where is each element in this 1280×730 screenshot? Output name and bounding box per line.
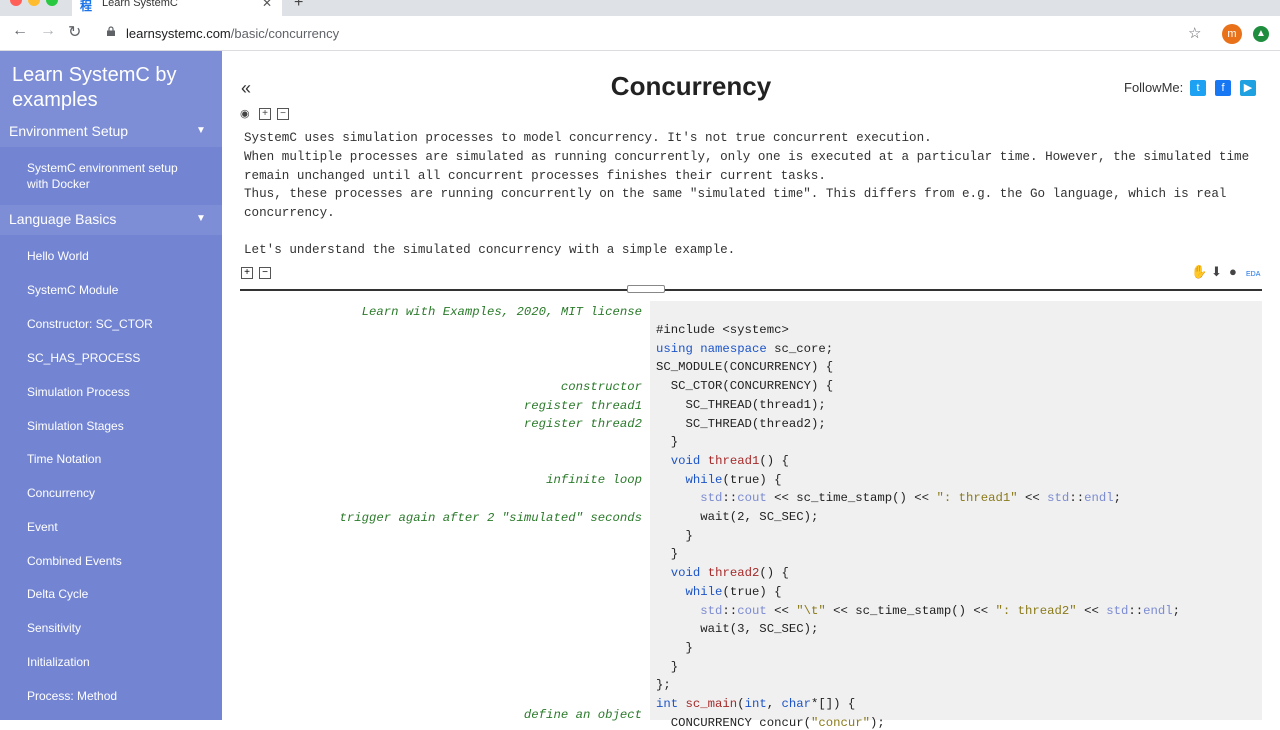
code-line: #include <systemc> xyxy=(656,323,789,337)
code-line: SC_THREAD(thread2); xyxy=(656,416,826,431)
sidebar-item-concurrency[interactable]: Concurrency xyxy=(27,485,95,501)
favicon-icon: 程 xyxy=(80,0,93,13)
code-line: void thread1() { xyxy=(670,453,789,468)
lock-icon[interactable] xyxy=(106,26,116,36)
code-line: SC_MODULE(CONCURRENCY) { xyxy=(656,360,834,375)
code-comment: register thread1 xyxy=(523,399,642,413)
close-window-button[interactable] xyxy=(10,0,22,6)
section-label: Language Basics xyxy=(9,211,117,227)
sidebar-item-sc-has-process[interactable]: SC_HAS_PROCESS xyxy=(27,350,140,366)
language-basics-list: Hello World SystemC Module Constructor: … xyxy=(0,235,222,720)
url-host: learnsystemc.com xyxy=(126,26,231,41)
code-comment: Learn with Examples, 2020, MIT license xyxy=(361,305,642,319)
sidebar-item-initialization[interactable]: Initialization xyxy=(27,654,90,670)
sidebar-item-event[interactable]: Event xyxy=(27,519,58,535)
code-line: CONCURRENCY concur("concur"); xyxy=(656,715,885,730)
sidebar: Learn SystemC by examples Environment Se… xyxy=(0,51,222,720)
youtube-icon[interactable]: ▶ xyxy=(1240,80,1256,96)
code-line: } xyxy=(656,659,679,674)
sidebar-item-sensitivity[interactable]: Sensitivity xyxy=(27,620,81,636)
divider xyxy=(240,289,1262,291)
maximize-window-button[interactable] xyxy=(46,0,58,6)
intro-line-1: SystemC uses simulation processes to mod… xyxy=(244,131,932,145)
site-title[interactable]: Learn SystemC by examples xyxy=(12,63,212,113)
hand-cursor-icon[interactable]: ✋ xyxy=(1191,264,1207,280)
hide-comments-icon[interactable]: ◉ xyxy=(240,108,252,120)
new-tab-button[interactable]: + xyxy=(294,0,303,12)
code-line: while(true) { xyxy=(685,584,782,599)
code-line: } xyxy=(656,547,679,562)
code-line: SC_CTOR(CONCURRENCY) { xyxy=(656,379,834,394)
github-icon[interactable]: ● xyxy=(1229,264,1237,279)
code-comment: register thread2 xyxy=(523,417,642,431)
code-comment: trigger again after 2 "simulated" second… xyxy=(339,511,642,525)
caret-down-icon: ▼ xyxy=(196,125,206,136)
sidebar-item-hello-world[interactable]: Hello World xyxy=(27,248,89,264)
code-line: using namespace sc_core; xyxy=(656,341,834,356)
main-content: « Concurrency FollowMe: t f ▶ ◉ + − Syst… xyxy=(222,51,1280,730)
download-icon[interactable]: ⬇ xyxy=(1211,264,1222,280)
url-path: /basic/concurrency xyxy=(230,26,340,41)
sidebar-item-simulation-process[interactable]: Simulation Process xyxy=(27,384,130,400)
close-tab-icon[interactable]: ✕ xyxy=(262,0,272,10)
facebook-icon[interactable]: f xyxy=(1215,80,1231,96)
intro-line-6: Let's understand the simulated concurren… xyxy=(244,243,736,257)
sidebar-item-simulation-stages[interactable]: Simulation Stages xyxy=(27,418,124,434)
expand-all-icon[interactable]: + xyxy=(259,108,271,120)
sidebar-item-process-method[interactable]: Process: Method xyxy=(27,688,117,704)
section-language-basics[interactable]: Language Basics ▼ xyxy=(0,205,222,235)
intro-line-2: When multiple processes are simulated as… xyxy=(244,150,1250,164)
section-label: Environment Setup xyxy=(9,123,129,139)
code-line: } xyxy=(656,640,693,655)
sidebar-item-constructor[interactable]: Constructor: SC_CTOR xyxy=(27,316,153,332)
code-line: void thread2() { xyxy=(670,566,789,581)
browser-tab[interactable]: 程 Learn SystemC ✕ xyxy=(72,0,282,16)
code-line: } xyxy=(656,528,693,543)
intro-line-5: concurrency. xyxy=(244,206,335,220)
sidebar-item-systemc-setup[interactable]: SystemC environment setup with Docker xyxy=(27,160,202,192)
bookmark-star-icon[interactable]: ☆ xyxy=(1188,24,1201,42)
code-line: std::cout << "\t" << sc_time_stamp() << … xyxy=(700,603,1181,618)
address-bar[interactable]: learnsystemc.com/basic/concurrency xyxy=(126,26,339,41)
sidebar-item-delta-cycle[interactable]: Delta Cycle xyxy=(27,586,88,602)
code-comment: infinite loop xyxy=(546,473,642,487)
code-line: SC_THREAD(thread1); xyxy=(656,397,826,412)
collapse-code-icon[interactable]: − xyxy=(259,267,271,279)
code-line: int sc_main(int, char*[]) { xyxy=(656,697,856,711)
sidebar-item-combined-events[interactable]: Combined Events xyxy=(27,553,122,569)
section-environment-setup[interactable]: Environment Setup ▼ xyxy=(0,117,222,147)
back-arrow-icon[interactable]: ← xyxy=(12,22,28,40)
comment-column: Learn with Examples, 2020, MIT license c… xyxy=(240,293,648,722)
profile-avatar[interactable]: m xyxy=(1222,24,1242,44)
code-block: #include <systemc> using namespace sc_cor… xyxy=(650,301,1262,730)
expand-code-icon[interactable]: + xyxy=(241,267,253,279)
sidebar-item-systemc-module[interactable]: SystemC Module xyxy=(27,282,118,298)
reload-icon[interactable]: ↻ xyxy=(68,22,81,42)
browser-tab-bar: 程 Learn SystemC ✕ + xyxy=(0,0,1280,16)
edaplayground-icon[interactable]: EDA xyxy=(1246,271,1260,278)
code-line: } xyxy=(656,435,679,450)
forward-arrow-icon[interactable]: → xyxy=(40,22,56,40)
page-title: Concurrency xyxy=(610,71,772,101)
browser-menu-icon[interactable]: ⋮ xyxy=(1274,22,1280,42)
extension-icon[interactable]: ▲ xyxy=(1253,26,1269,42)
resize-handle[interactable] xyxy=(627,285,665,293)
intro-line-4: Thus, these processes are running concur… xyxy=(244,187,1227,201)
code-line: while(true) { xyxy=(685,472,782,487)
sidebar-item-time-notation[interactable]: Time Notation xyxy=(27,451,101,467)
minimize-window-button[interactable] xyxy=(28,0,40,6)
code-comment: constructor xyxy=(560,380,642,394)
follow-me-label: FollowMe: xyxy=(1124,80,1184,95)
collapse-all-icon[interactable]: − xyxy=(277,108,289,120)
code-line: wait(3, SC_SEC); xyxy=(656,622,819,637)
tab-title: Learn SystemC xyxy=(102,0,178,9)
code-line: wait(2, SC_SEC); xyxy=(656,510,819,524)
caret-down-icon: ▼ xyxy=(196,213,206,224)
intro-line-3: remain unchanged until all concurrent pr… xyxy=(244,169,826,183)
twitter-icon[interactable]: t xyxy=(1190,80,1206,96)
browser-toolbar: ← → ↻ learnsystemc.com/basic/concurrency… xyxy=(0,16,1280,51)
code-line: std::cout << sc_time_stamp() << ": threa… xyxy=(700,491,1121,506)
environment-setup-list: SystemC environment setup with Docker xyxy=(0,147,222,205)
code-line: }; xyxy=(656,678,671,693)
